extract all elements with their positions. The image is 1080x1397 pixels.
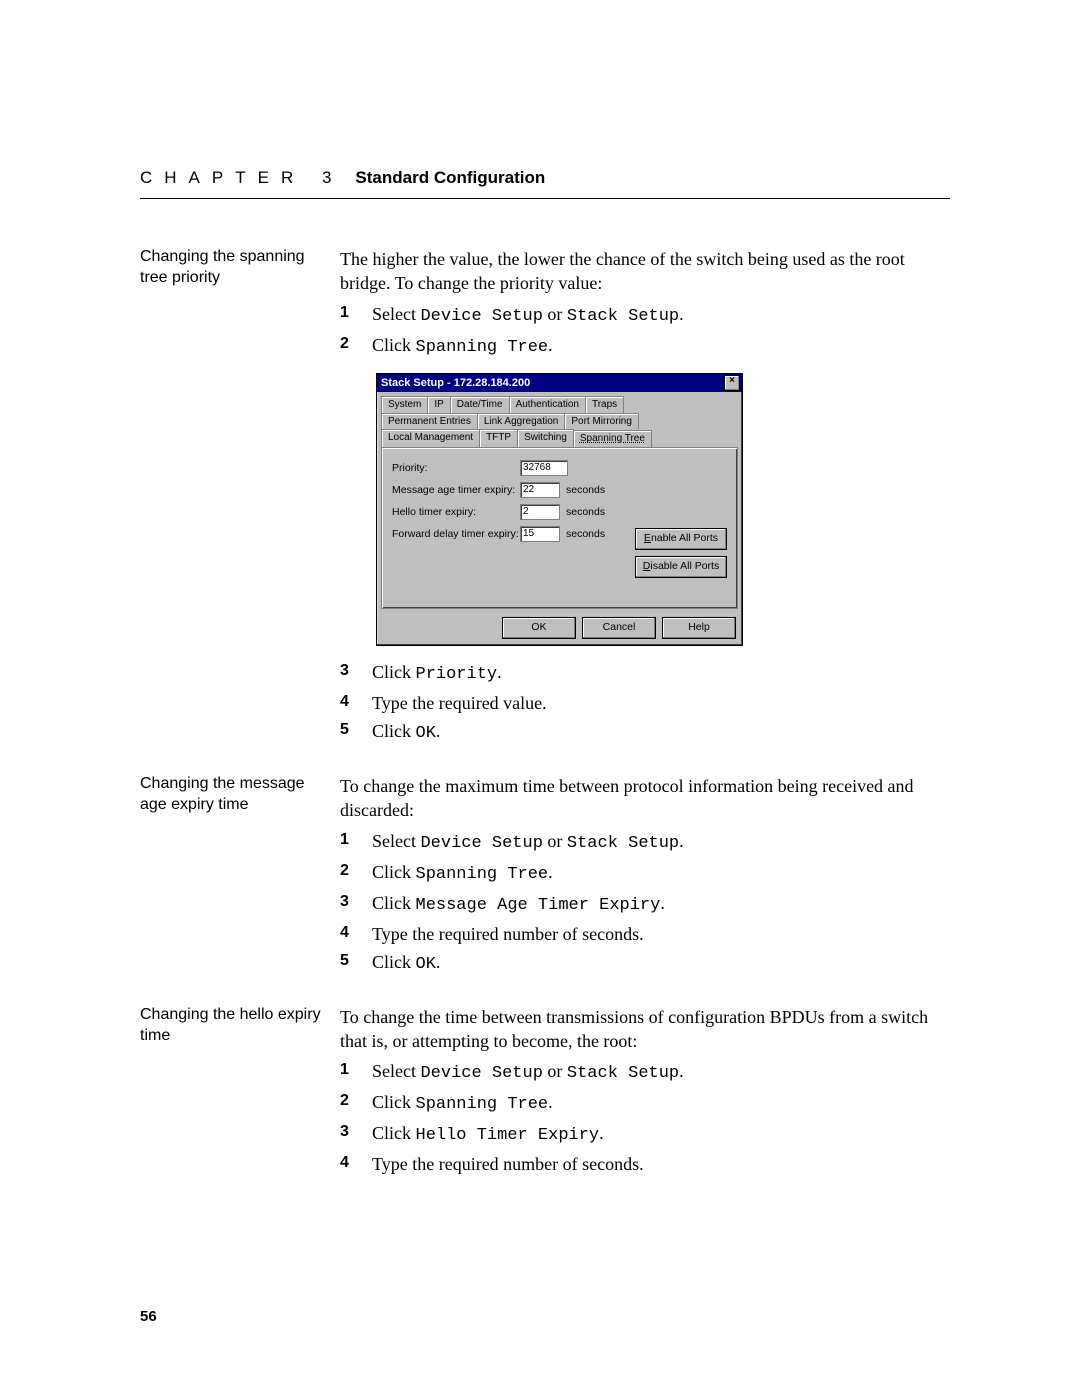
msg-age-label: Message age timer expiry: bbox=[392, 483, 520, 497]
section-label: Changing the message age expiry time bbox=[140, 774, 340, 981]
tab-authentication[interactable]: Authentication bbox=[509, 396, 586, 413]
unit-label: seconds bbox=[566, 505, 605, 519]
section-hello-expiry: Changing the hello expiry time To change… bbox=[140, 1005, 950, 1181]
step: Type the required number of seconds. bbox=[340, 922, 950, 946]
section-label: Changing the spanning tree priority bbox=[140, 247, 340, 750]
tab-tftp[interactable]: TFTP bbox=[479, 429, 518, 447]
enable-all-ports-button[interactable]: Enable All Ports bbox=[635, 528, 727, 550]
fwd-delay-label: Forward delay timer expiry: bbox=[392, 527, 520, 541]
section-intro: The higher the value, the lower the chan… bbox=[340, 247, 950, 296]
step: Click OK. bbox=[340, 719, 950, 746]
step: Click Message Age Timer Expiry. bbox=[340, 891, 950, 918]
hello-input[interactable]: 2 bbox=[520, 504, 560, 520]
unit-label: seconds bbox=[566, 483, 605, 497]
tab-local-management[interactable]: Local Management bbox=[381, 429, 480, 447]
step: Click Hello Timer Expiry. bbox=[340, 1121, 950, 1148]
chapter-kicker: CHAPTER 3 bbox=[140, 168, 343, 188]
tab-permanent-entries[interactable]: Permanent Entries bbox=[381, 413, 478, 430]
page-number: 56 bbox=[140, 1308, 157, 1325]
cancel-button[interactable]: Cancel bbox=[582, 617, 656, 639]
section-spanning-priority: Changing the spanning tree priority The … bbox=[140, 247, 950, 750]
dialog-titlebar[interactable]: Stack Setup - 172.28.184.200 × bbox=[377, 374, 742, 392]
dialog-panel: Priority: 32768 Message age timer expiry… bbox=[381, 447, 738, 609]
unit-label: seconds bbox=[566, 527, 605, 541]
step: Select Device Setup or Stack Setup. bbox=[340, 302, 950, 329]
section-intro: To change the time between transmissions… bbox=[340, 1005, 950, 1054]
step: Type the required number of seconds. bbox=[340, 1152, 950, 1176]
help-button[interactable]: Help bbox=[662, 617, 736, 639]
step: Click Spanning Tree. bbox=[340, 333, 950, 360]
fwd-delay-input[interactable]: 15 bbox=[520, 526, 560, 542]
tab-switching[interactable]: Switching bbox=[517, 429, 574, 447]
step: Type the required value. bbox=[340, 691, 950, 715]
tab-link-aggregation[interactable]: Link Aggregation bbox=[477, 413, 566, 430]
tab-ip[interactable]: IP bbox=[427, 396, 450, 413]
tab-datetime[interactable]: Date/Time bbox=[450, 396, 510, 413]
page-header: CHAPTER 3 Standard Configuration bbox=[140, 168, 950, 199]
dialog-button-row: OK Cancel Help bbox=[377, 613, 742, 645]
step: Select Device Setup or Stack Setup. bbox=[340, 1059, 950, 1086]
disable-all-ports-button[interactable]: Disable All Ports bbox=[635, 556, 727, 578]
step: Click Spanning Tree. bbox=[340, 860, 950, 887]
section-message-age: Changing the message age expiry time To … bbox=[140, 774, 950, 981]
section-label: Changing the hello expiry time bbox=[140, 1005, 340, 1181]
stack-setup-dialog: Stack Setup - 172.28.184.200 × System IP… bbox=[376, 373, 743, 646]
tab-traps[interactable]: Traps bbox=[585, 396, 624, 413]
hello-label: Hello timer expiry: bbox=[392, 505, 520, 519]
chapter-title: Standard Configuration bbox=[355, 168, 545, 188]
step: Click Spanning Tree. bbox=[340, 1090, 950, 1117]
tab-system[interactable]: System bbox=[381, 396, 428, 413]
step: Click OK. bbox=[340, 950, 950, 977]
close-icon[interactable]: × bbox=[724, 375, 740, 391]
tab-port-mirroring[interactable]: Port Mirroring bbox=[564, 413, 639, 430]
msg-age-input[interactable]: 22 bbox=[520, 482, 560, 498]
step: Click Priority. bbox=[340, 660, 950, 687]
priority-label: Priority: bbox=[392, 461, 520, 475]
priority-input[interactable]: 32768 bbox=[520, 460, 568, 476]
ok-button[interactable]: OK bbox=[502, 617, 576, 639]
section-intro: To change the maximum time between proto… bbox=[340, 774, 950, 823]
tab-spanning-tree[interactable]: Spanning Tree bbox=[573, 430, 652, 448]
dialog-title: Stack Setup - 172.28.184.200 bbox=[381, 376, 530, 391]
step: Select Device Setup or Stack Setup. bbox=[340, 829, 950, 856]
dialog-tabs: System IP Date/Time Authentication Traps… bbox=[377, 392, 742, 447]
